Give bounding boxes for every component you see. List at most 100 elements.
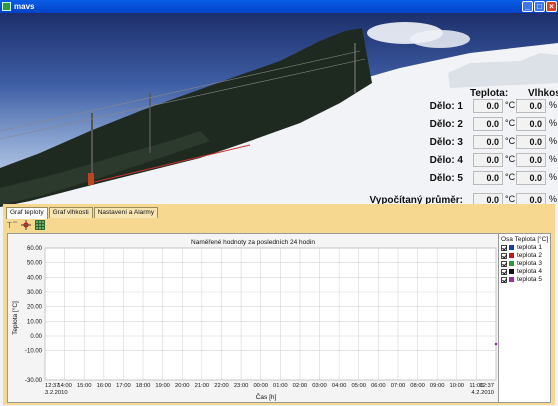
- x-tick-label: 16:00: [97, 383, 112, 389]
- x-tick-label: 02:00: [293, 383, 308, 389]
- temperature-value: 0.0: [473, 117, 503, 131]
- y-tick-label: 50.00: [27, 261, 43, 267]
- x-tick-label: 00:00: [253, 383, 268, 389]
- humidity-unit: %: [549, 100, 558, 110]
- humidity-unit: %: [549, 172, 558, 182]
- y-tick-label: 60.00: [27, 246, 43, 252]
- temperature-unit: °C: [505, 172, 516, 182]
- temperature-value: 0.0: [473, 153, 503, 167]
- series-swatch: [509, 253, 514, 258]
- x-tick-label: 10:00: [450, 383, 465, 389]
- temperature-value: 0.0: [473, 171, 503, 185]
- temperature-unit: °C: [505, 136, 516, 146]
- sensor-row-4: Dělo: 4 0.0 °C 0.0 %: [380, 153, 558, 169]
- x-tick-label: 09:00: [430, 383, 445, 389]
- close-button[interactable]: ×: [546, 1, 557, 12]
- sensor-row-3: Dělo: 3 0.0 °C 0.0 %: [380, 135, 558, 151]
- checkbox-icon[interactable]: [501, 244, 507, 251]
- series-swatch: [509, 245, 514, 250]
- humidity-unit: %: [549, 154, 558, 164]
- humidity-value: 0.0: [516, 117, 546, 131]
- y-tick-label: 30.00: [27, 290, 43, 296]
- x-tick-label: 18:00: [136, 383, 151, 389]
- temperature-unit: °C: [505, 194, 516, 204]
- x-tick-label: 21:00: [195, 383, 210, 389]
- tab-strip: Graf teploty Graf vlhkosti Nastavení a A…: [6, 207, 159, 219]
- sensor-row-5: Dělo: 5 0.0 °C 0.0 %: [380, 171, 558, 187]
- x-tick-label: 22:00: [214, 383, 229, 389]
- humidity-unit: %: [549, 136, 558, 146]
- x-tick-label: 08:00: [410, 383, 425, 389]
- checkbox-icon[interactable]: [501, 260, 507, 267]
- x-tick-label: 12:37: [479, 383, 494, 389]
- series-swatch: [509, 269, 514, 274]
- x-tick-label: 01:00: [273, 383, 288, 389]
- legend-item-teplota-1[interactable]: teplota 1: [499, 244, 550, 251]
- teplota-header: Teplota:: [470, 88, 509, 99]
- legend-item-teplota-3[interactable]: teplota 3: [499, 260, 550, 267]
- chart-y-axis-label: Teplota [°C]: [11, 301, 19, 335]
- sensor-row-1: Dělo: 1 0.0 °C 0.0 %: [380, 99, 558, 115]
- x-tick-label: 04:00: [332, 383, 347, 389]
- legend-item-teplota-2[interactable]: teplota 2: [499, 252, 550, 259]
- y-tick-label: -30.00: [25, 378, 43, 384]
- legend-item-teplota-5[interactable]: teplota 5: [499, 276, 550, 283]
- temperature-value: 0.0: [473, 99, 503, 113]
- series-swatch: [509, 261, 514, 266]
- x-tick-label: 20:00: [175, 383, 190, 389]
- window-title: mavs: [14, 2, 35, 11]
- sensor-label: Dělo: 1: [429, 101, 463, 112]
- plot-area: [44, 247, 497, 381]
- temperature-value: 0.0: [473, 135, 503, 149]
- humidity-value: 0.0: [516, 153, 546, 167]
- humidity-unit: %: [549, 194, 558, 204]
- x-tick-label: 05:00: [351, 383, 366, 389]
- series-swatch: [509, 277, 514, 282]
- pointer-text-icon[interactable]: T: [7, 220, 17, 230]
- x-end-date: 4.2.2010: [471, 390, 494, 396]
- checkbox-icon[interactable]: [501, 268, 507, 275]
- pan-crosshair-icon[interactable]: [21, 220, 31, 230]
- humidity-value: 0.0: [516, 171, 546, 185]
- y-tick-label: -10.00: [25, 349, 43, 355]
- legend-label: teplota 2: [517, 252, 542, 259]
- maximize-button[interactable]: □: [534, 1, 545, 12]
- checkbox-icon[interactable]: [501, 276, 507, 283]
- sensor-label: Dělo: 2: [429, 119, 463, 130]
- chart-title: Naměřené hodnoty za posledních 24 hodin: [191, 239, 315, 246]
- vlhkost-header: Vlhkost:: [528, 88, 558, 99]
- humidity-value: 0.0: [516, 135, 546, 149]
- sensor-label: Dělo: 4: [429, 155, 463, 166]
- x-start-date: 3.2.2010: [45, 390, 68, 396]
- humidity-value: 0.0: [516, 99, 546, 113]
- graph-panel: Graf teploty Graf vlhkosti Nastavení a A…: [3, 204, 555, 405]
- legend-item-teplota-4[interactable]: teplota 4: [499, 268, 550, 275]
- x-tick-label: 23:00: [234, 383, 249, 389]
- sensor-label: Dělo: 5: [429, 173, 463, 184]
- temperature-unit: °C: [505, 118, 516, 128]
- grid-icon[interactable]: [35, 220, 45, 230]
- sensor-readout: Teplota: Vlhkost: Dělo: 1 0.0 °C 0.0 % D…: [369, 88, 558, 208]
- y-tick-label: 0.00: [30, 334, 42, 340]
- app-icon: [2, 2, 11, 11]
- x-tick-label: 14:00: [57, 383, 72, 389]
- sensor-row-2: Dělo: 2 0.0 °C 0.0 %: [380, 117, 558, 133]
- checkbox-icon[interactable]: [501, 252, 507, 259]
- window-title-bar: mavs _ □ ×: [0, 0, 558, 13]
- temperature-chart[interactable]: Naměřené hodnoty za posledních 24 hodin …: [7, 233, 551, 403]
- tab-nastaveni-alarmy[interactable]: Nastavení a Alarmy: [93, 207, 159, 218]
- y-tick-label: 10.00: [27, 319, 43, 325]
- sensor-label: Dělo: 3: [429, 137, 463, 148]
- legend-panel: Osa Teplota [°C] teplota 1 teplota 2 tep…: [498, 233, 551, 403]
- temperature-unit: °C: [505, 100, 516, 110]
- current-value-marker: [494, 342, 498, 346]
- x-tick-label: 17:00: [116, 383, 131, 389]
- tab-graf-teploty[interactable]: Graf teploty: [6, 207, 48, 219]
- legend-label: teplota 3: [517, 260, 542, 267]
- tab-graf-vlhkosti[interactable]: Graf vlhkosti: [48, 207, 93, 218]
- x-tick-label: 19:00: [155, 383, 170, 389]
- legend-label: teplota 5: [517, 276, 542, 283]
- x-tick-label: 03:00: [312, 383, 327, 389]
- y-tick-label: 40.00: [27, 275, 43, 281]
- minimize-button[interactable]: _: [522, 1, 533, 12]
